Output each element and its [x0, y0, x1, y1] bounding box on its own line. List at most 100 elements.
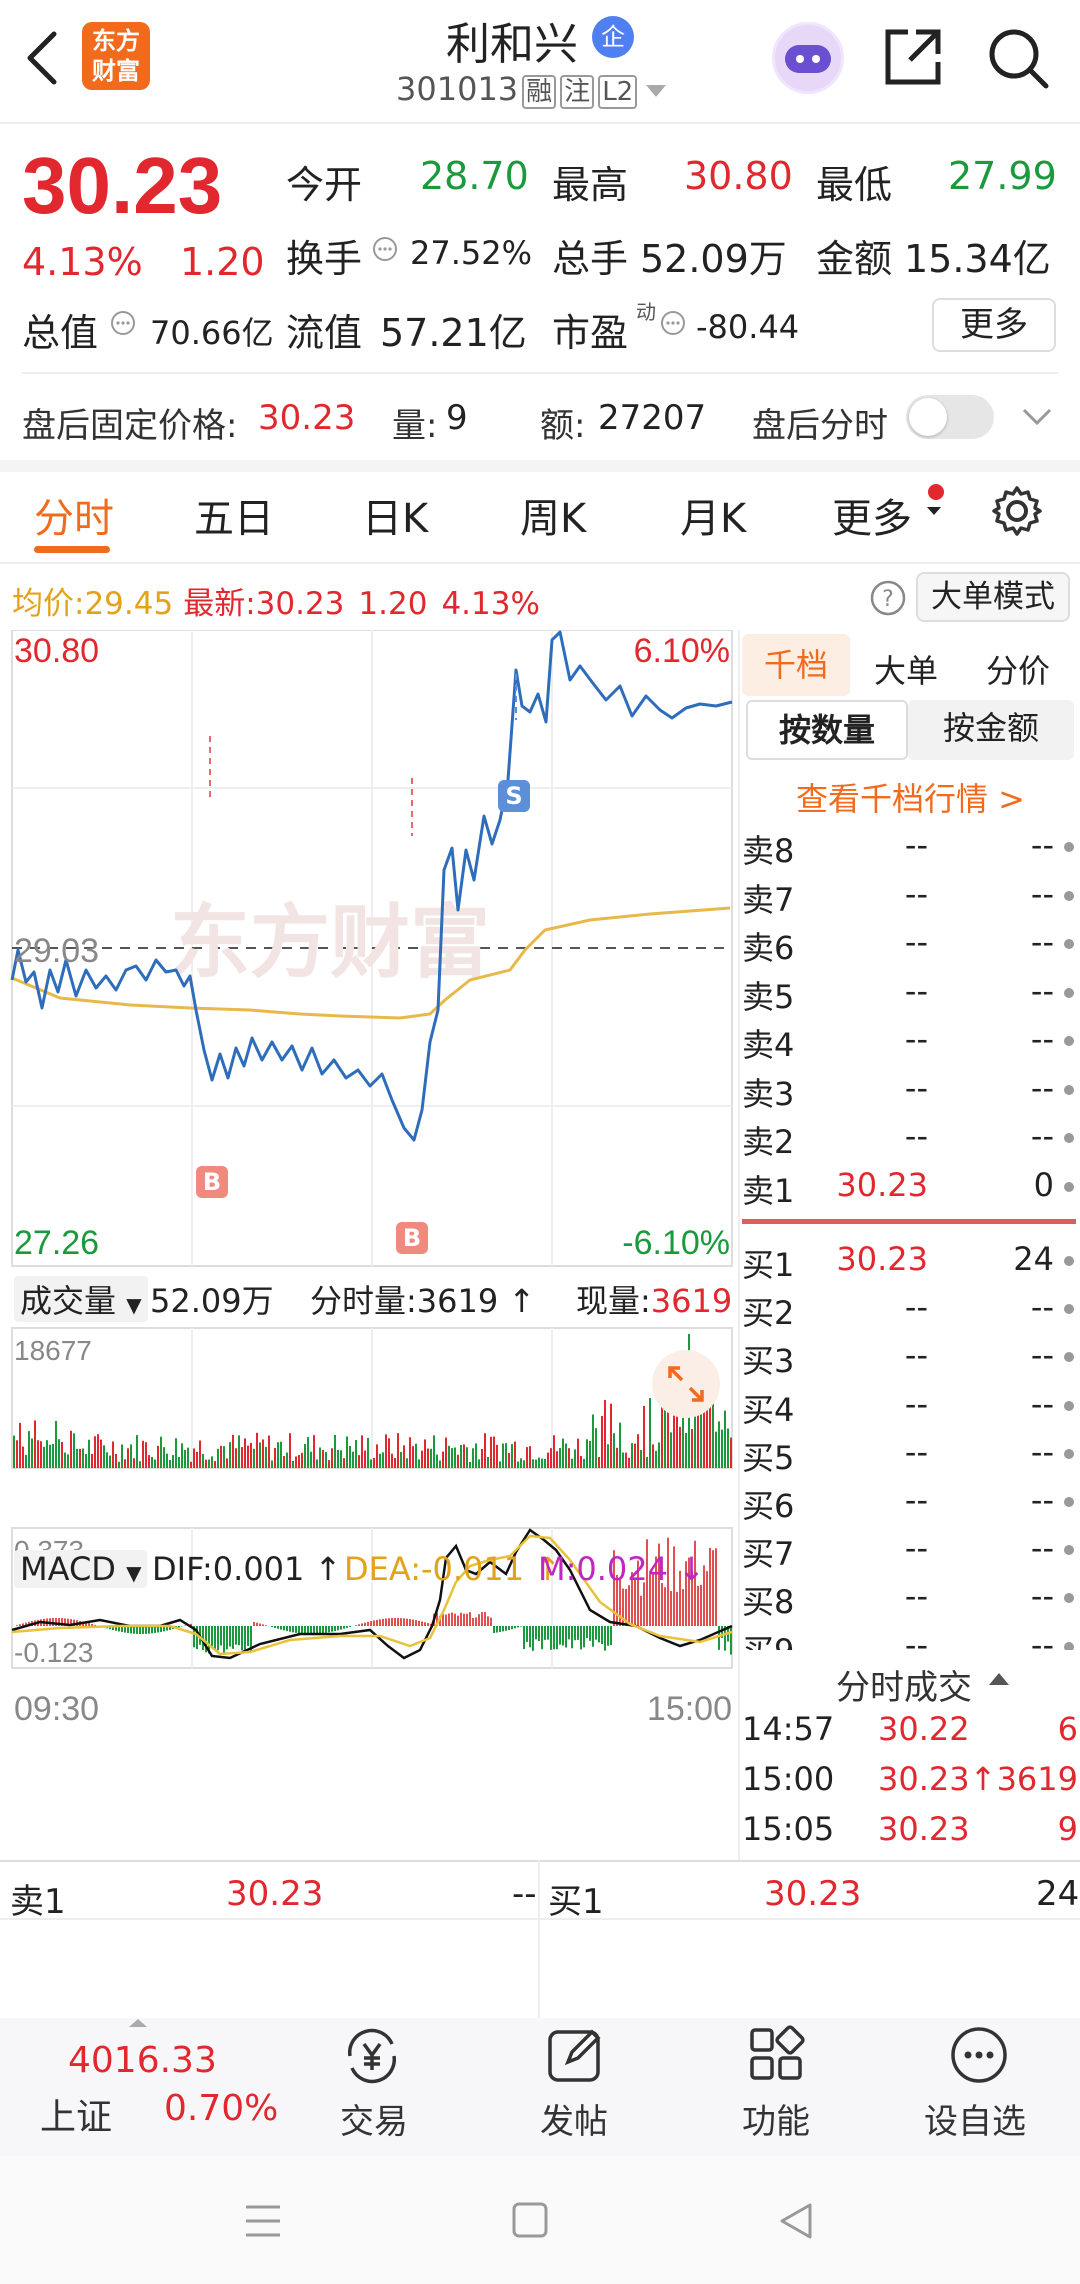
- bid-row[interactable]: 买9 -- --: [742, 1626, 1080, 1650]
- ask-row[interactable]: 卖1 30.23 0: [742, 1166, 1080, 1210]
- ask-row[interactable]: 卖6 -- --: [742, 923, 1080, 967]
- sell-marker[interactable]: S: [498, 780, 530, 812]
- ask-row[interactable]: 卖2 -- --: [742, 1117, 1080, 1161]
- nav-post-label[interactable]: 发帖: [540, 2094, 608, 2143]
- volume-selector[interactable]: 成交量 ▼: [14, 1276, 148, 1322]
- watchlist-more-icon[interactable]: [948, 2024, 1010, 2086]
- bid-row[interactable]: 买1 30.23 24: [742, 1240, 1080, 1284]
- volume-bar: [502, 1443, 504, 1468]
- functions-grid-icon[interactable]: [746, 2024, 808, 2086]
- nav-trade-label[interactable]: 交易: [340, 2094, 408, 2143]
- share-icon[interactable]: [882, 26, 944, 88]
- macd-bar: [517, 1626, 519, 1628]
- settings-gear-icon[interactable]: [990, 484, 1044, 538]
- volume-bar: [394, 1458, 396, 1468]
- ask-row[interactable]: 卖3 -- --: [742, 1069, 1080, 1113]
- order-tab-big[interactable]: 大单: [874, 646, 938, 692]
- ask-row[interactable]: 卖4 -- --: [742, 1020, 1080, 1064]
- bid-row[interactable]: 买6 -- --: [742, 1481, 1080, 1525]
- buy-marker[interactable]: B: [196, 1166, 228, 1198]
- trades-title[interactable]: 分时成交: [836, 1660, 972, 1709]
- tab-intraday[interactable]: 分时: [34, 486, 114, 544]
- sub-tab-amount[interactable]: 按金额: [908, 700, 1074, 760]
- more-quote-button[interactable]: 更多: [932, 298, 1056, 352]
- macd-bar: [19, 1624, 21, 1626]
- intraday-price-chart[interactable]: 东方财富 30.80 29.03 27.26 6.10% -6.10% 1867…: [0, 630, 740, 1840]
- macd-bar: [541, 1626, 543, 1650]
- buy-marker[interactable]: B: [396, 1222, 428, 1254]
- trade-yen-icon[interactable]: [340, 2024, 404, 2088]
- volume-bar: [205, 1459, 207, 1468]
- level-dot: [1064, 1545, 1074, 1556]
- level-dot: [1064, 987, 1074, 998]
- chevron-down-icon[interactable]: [1022, 408, 1052, 426]
- level-volume: --: [1030, 1481, 1054, 1519]
- volume-bar: [418, 1459, 420, 1468]
- y-low-label: 27.26: [14, 1224, 99, 1262]
- info-icon[interactable]: [372, 236, 398, 262]
- info-icon[interactable]: [660, 310, 686, 336]
- volume-bar: [346, 1436, 348, 1468]
- nav-add-watchlist-label[interactable]: 设自选: [924, 2094, 1026, 2143]
- expand-icon[interactable]: [652, 1350, 720, 1418]
- view-depth-link[interactable]: 查看千档行情 >: [796, 774, 1025, 820]
- assistant-avatar-icon[interactable]: [772, 22, 844, 94]
- macd-bar: [337, 1626, 339, 1631]
- volume-bar: [184, 1449, 186, 1468]
- tab-weekly-k[interactable]: 周K: [520, 486, 586, 544]
- sub-tab-quantity[interactable]: 按数量: [746, 700, 908, 760]
- info-icon[interactable]: [110, 310, 136, 336]
- tab-five-day[interactable]: 五日: [194, 486, 274, 544]
- back-triangle-icon[interactable]: [778, 2202, 814, 2240]
- ask-row[interactable]: 卖5 -- --: [742, 972, 1080, 1016]
- after-hours-toggle[interactable]: [906, 395, 994, 439]
- menu-icon[interactable]: [244, 2204, 282, 2238]
- bid-row[interactable]: 买7 -- --: [742, 1529, 1080, 1573]
- macd-selector[interactable]: MACD ▼: [14, 1550, 148, 1588]
- index-name[interactable]: 上证: [40, 2088, 112, 2140]
- back-icon[interactable]: [22, 30, 62, 86]
- macd-bar: [370, 1621, 372, 1626]
- big-order-mode-button[interactable]: 大单模式: [916, 572, 1070, 622]
- nav-functions-label[interactable]: 功能: [742, 2094, 810, 2143]
- bid-row[interactable]: 买5 -- --: [742, 1433, 1080, 1477]
- ask-row[interactable]: 卖8 -- --: [742, 826, 1080, 870]
- tab-underline: [34, 546, 110, 553]
- bid-row[interactable]: 买4 -- --: [742, 1385, 1080, 1429]
- search-icon[interactable]: [986, 26, 1050, 90]
- level-label: 卖1: [742, 1171, 795, 1210]
- macd-bar: [550, 1626, 552, 1650]
- tag-registered: 注: [560, 75, 595, 109]
- macd-bar: [376, 1619, 378, 1626]
- volume-bar: [133, 1458, 135, 1468]
- bid-row[interactable]: 买8 -- --: [742, 1577, 1080, 1621]
- tab-more[interactable]: 更多: [832, 486, 912, 544]
- ask-row[interactable]: 卖7 -- --: [742, 875, 1080, 919]
- index-pct[interactable]: 0.70%: [164, 2088, 278, 2129]
- volume-bar: [715, 1431, 717, 1468]
- trade-price: 30.23: [878, 1810, 970, 1848]
- index-value[interactable]: 4016.33: [68, 2040, 217, 2081]
- tab-monthly-k[interactable]: 月K: [680, 486, 746, 544]
- macd-bar: [403, 1618, 405, 1626]
- order-tab-price[interactable]: 分价: [986, 646, 1050, 692]
- volume-bar: [526, 1447, 528, 1468]
- expand-up-icon[interactable]: [988, 1672, 1010, 1686]
- volume-bar: [550, 1448, 552, 1468]
- bid-row[interactable]: 买2 -- --: [742, 1288, 1080, 1332]
- volume-bar: [427, 1448, 429, 1468]
- volume-bar: [196, 1451, 198, 1468]
- trades-header[interactable]: [742, 1640, 1080, 1641]
- macd-bar: [223, 1626, 225, 1654]
- post-edit-icon[interactable]: [544, 2024, 606, 2086]
- stock-code-row[interactable]: 301013 融注 L2: [396, 70, 667, 109]
- order-tab-thousand[interactable]: 千档: [742, 634, 850, 696]
- tab-daily-k[interactable]: 日K: [362, 486, 428, 544]
- volume-bar: [241, 1447, 243, 1468]
- macd-bar: [265, 1625, 267, 1626]
- help-icon[interactable]: ?: [870, 580, 906, 616]
- volume-bar: [31, 1438, 33, 1468]
- volume-bar: [598, 1456, 600, 1468]
- bid-row[interactable]: 买3 -- --: [742, 1336, 1080, 1380]
- home-square-icon[interactable]: [512, 2202, 548, 2238]
